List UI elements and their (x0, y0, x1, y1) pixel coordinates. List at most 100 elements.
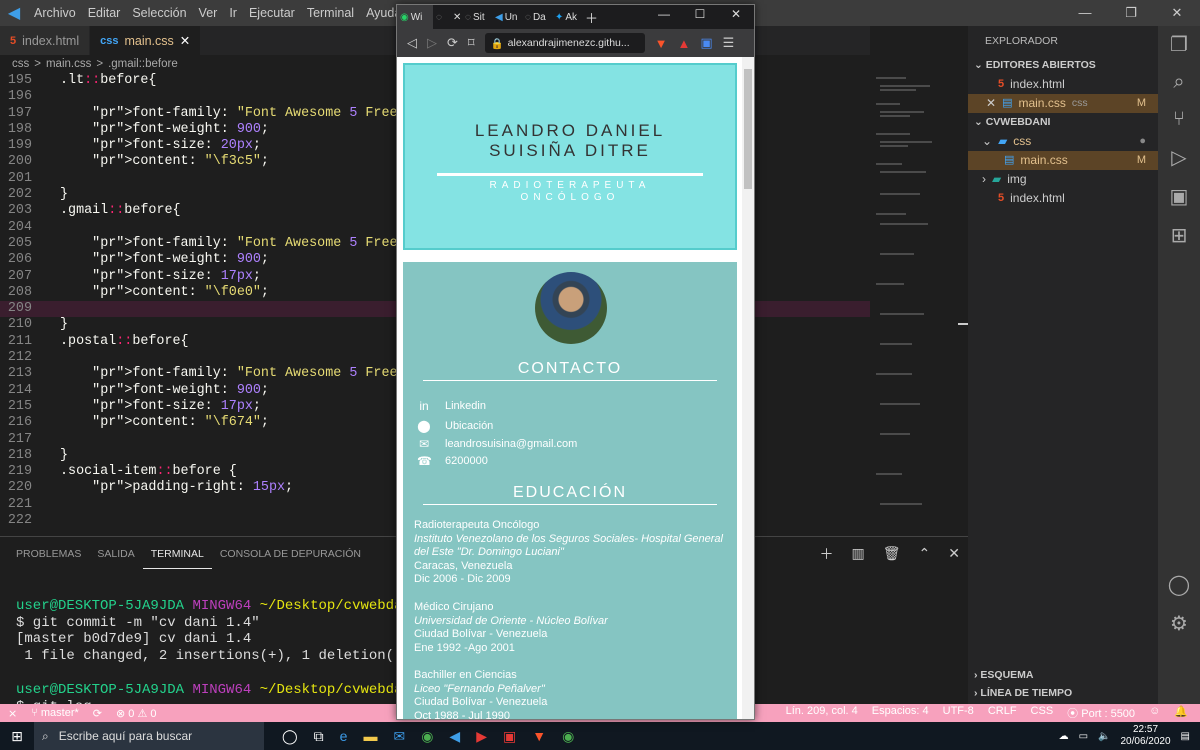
remote-icon[interactable]: ⨯ (8, 707, 17, 720)
indentation[interactable]: Espacios: 4 (872, 705, 929, 721)
menu-editar[interactable]: Editar (82, 0, 127, 26)
edge-icon[interactable]: e (340, 728, 348, 745)
translate-icon[interactable]: ▣ (700, 35, 712, 51)
chrome-icon[interactable]: ◉ (562, 728, 574, 745)
weather-icon[interactable]: ☁ (1059, 731, 1069, 742)
bell-icon[interactable]: 🔔 (1174, 705, 1188, 721)
open-editors-section[interactable]: ⌄ EDITORES ABIERTOS (968, 56, 1158, 75)
chrome-icon[interactable]: ◉ (421, 728, 433, 745)
contact-location[interactable]: ⬤ Ubicación (417, 419, 493, 433)
contact-email[interactable]: ✉ leandrosuisina@gmail.com (417, 437, 577, 451)
volume-icon[interactable]: 🔈 (1098, 731, 1110, 742)
files-icon[interactable]: ❐ (1170, 32, 1188, 57)
browser-tab-twitter[interactable]: ✦ Ak (552, 5, 582, 29)
close-icon[interactable]: ✕ (986, 94, 996, 113)
task-view-icon[interactable]: ⧉ (314, 728, 324, 745)
brave-rewards-icon[interactable]: ▲ (677, 36, 690, 51)
tab-main-css[interactable]: css main.css ✕ (90, 26, 202, 55)
scrollbar-thumb[interactable] (744, 69, 752, 189)
problems-indicator[interactable]: ⊗ 0 ⚠ 0 (116, 707, 157, 720)
file-explorer-icon[interactable]: ▬ (363, 728, 377, 745)
tab-terminal[interactable]: TERMINAL (142, 540, 212, 569)
line-ending[interactable]: CRLF (988, 705, 1017, 721)
tab-debug-console[interactable]: CONSOLA DE DEPURACIÓN (212, 537, 369, 572)
workspace-section[interactable]: ⌄ CVWEBDANI (968, 113, 1158, 132)
bookmark-icon[interactable]: ⌑ (468, 35, 475, 51)
contact-linkedin[interactable]: in Linkedin (417, 399, 486, 413)
reload-icon[interactable]: ⟳ (447, 35, 458, 51)
tree-file-index-html[interactable]: 5 index.html (968, 189, 1158, 208)
page-scrollbar[interactable] (742, 57, 754, 719)
breadcrumb-file[interactable]: main.css (46, 58, 91, 70)
contact-phone[interactable]: ☎ 6200000 (417, 454, 488, 468)
account-icon[interactable]: ◯ (1168, 572, 1190, 597)
windows-start-icon[interactable]: ⊞ (0, 728, 34, 745)
minimize-icon[interactable]: — (1062, 0, 1108, 26)
menu-ver[interactable]: Ver (193, 0, 224, 26)
breadcrumb-symbol[interactable]: .gmail::before (108, 58, 178, 70)
split-terminal-icon[interactable]: ▥ (852, 545, 865, 562)
minimap[interactable] (870, 73, 968, 536)
browser-tab-un[interactable]: ◀ Un (492, 5, 522, 29)
search-icon[interactable]: ⌕ (1173, 71, 1184, 94)
tree-folder-img[interactable]: › ▰ img (968, 170, 1158, 189)
tab-index-html[interactable]: 5 index.html (0, 26, 91, 55)
open-editor-index-html[interactable]: 5 index.html (968, 75, 1158, 94)
breadcrumb-folder[interactable]: css (12, 58, 29, 70)
menu-ejecutar[interactable]: Ejecutar (243, 0, 301, 26)
branch-indicator[interactable]: ⑂ master* (31, 707, 79, 720)
menu-terminal[interactable]: Terminal (301, 0, 360, 26)
close-icon[interactable]: ✕ (1154, 0, 1200, 26)
sync-icon[interactable]: ⟳ (93, 707, 102, 720)
close-panel-icon[interactable]: ✕ (948, 545, 960, 562)
app-icon[interactable]: ▣ (503, 728, 516, 745)
browser-tab-da[interactable]: ◌ Da (522, 5, 552, 29)
trash-icon[interactable]: 🗑 (883, 545, 901, 562)
run-icon[interactable]: ▷ (1171, 145, 1186, 170)
live-server-port[interactable]: ⦿ Port : 5500 (1067, 705, 1135, 721)
chevron-up-icon[interactable]: ⌃ (919, 545, 931, 562)
tree-folder-css[interactable]: ⌄ ▰ css ● (968, 132, 1158, 151)
browser-tab-current[interactable]: ◌ (433, 5, 450, 29)
remote-explorer-icon[interactable]: ▣ (1170, 184, 1189, 209)
timeline-section[interactable]: › LÍNEA DE TIEMPO (968, 684, 1072, 703)
back-icon[interactable]: ◁ (407, 35, 417, 51)
close-tab-icon[interactable]: ✕ (450, 5, 462, 29)
new-tab-icon[interactable]: ＋ (582, 5, 602, 29)
notification-icon[interactable]: ▤ (1181, 731, 1190, 742)
menu-icon[interactable]: ☰ (723, 35, 735, 51)
browser-tab-whatsapp[interactable]: ◉ Wi (397, 5, 433, 29)
new-terminal-icon[interactable]: ＋ (820, 544, 834, 564)
feedback-icon[interactable]: ☺ (1149, 705, 1160, 721)
network-icon[interactable]: ▭ (1079, 731, 1088, 742)
outline-section[interactable]: › ESQUEMA (968, 666, 1034, 685)
cursor-position[interactable]: Lín. 209, col. 4 (786, 705, 858, 721)
extensions-icon[interactable]: ⊞ (1171, 223, 1188, 248)
mail-icon[interactable]: ✉ (393, 728, 405, 745)
encoding[interactable]: UTF-8 (943, 705, 974, 721)
browser-tab-sit[interactable]: ◌ Sit (462, 5, 492, 29)
media-player-icon[interactable]: ▶ (476, 728, 487, 745)
taskbar-search[interactable]: ⌕ Escribe aquí para buscar (34, 722, 264, 750)
maximize-icon[interactable]: ☐ (682, 5, 718, 23)
close-icon[interactable]: ✕ (718, 5, 754, 23)
cortana-icon[interactable]: ◯ (282, 728, 298, 745)
tab-output[interactable]: SALIDA (89, 537, 142, 572)
forward-icon[interactable]: ▷ (427, 35, 437, 51)
menu-seleccion[interactable]: Selección (126, 0, 192, 26)
close-tab-icon[interactable]: ✕ (180, 33, 190, 48)
tab-problems[interactable]: PROBLEMAS (8, 537, 89, 572)
clock[interactable]: 22:57 20/06/2020 (1120, 724, 1170, 748)
menu-archivo[interactable]: Archivo (28, 0, 82, 26)
brave-icon[interactable]: ▼ (532, 728, 546, 745)
tree-file-main-css[interactable]: ▤ main.css M (968, 151, 1158, 170)
menu-ir[interactable]: Ir (223, 0, 243, 26)
minimize-icon[interactable]: — (646, 5, 682, 23)
vscode-taskbar-icon[interactable]: ◀ (449, 728, 460, 745)
address-bar[interactable]: 🔒 alexandrajimenezc.githu... (484, 33, 645, 53)
language-mode[interactable]: CSS (1031, 705, 1054, 721)
source-control-icon[interactable]: ⑂ (1173, 108, 1185, 131)
brave-shield-icon[interactable]: ▼ (655, 36, 668, 51)
gear-icon[interactable]: ⚙ (1170, 611, 1188, 636)
open-editor-main-css[interactable]: ✕ ▤ main.css css M (968, 94, 1158, 113)
